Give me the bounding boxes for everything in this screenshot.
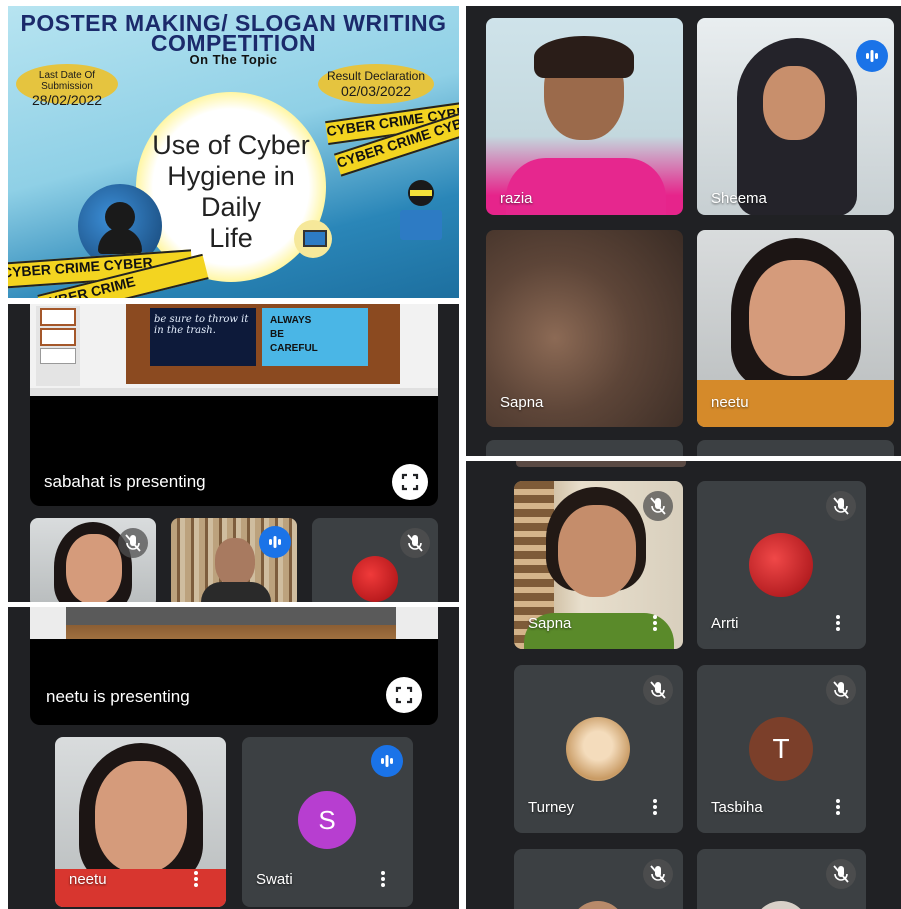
- mic-off-icon: [826, 859, 856, 889]
- filmstrip-tile-1[interactable]: [30, 518, 156, 602]
- participant-tile-partial[interactable]: [697, 440, 894, 456]
- last-date-value: 28/02/2022: [31, 92, 103, 108]
- face: [215, 538, 255, 586]
- participant-tile-partial[interactable]: [486, 440, 683, 456]
- filmstrip-tile-2[interactable]: [171, 518, 297, 602]
- shared-screen: [30, 607, 438, 639]
- fullscreen-icon: [395, 686, 413, 704]
- more-options-icon[interactable]: [835, 613, 841, 635]
- status-bar: [30, 388, 438, 396]
- face: [95, 761, 187, 873]
- meet-neetu-presenting: neetu is presenting neetu S Swati: [8, 607, 459, 909]
- mic-off-icon: [826, 491, 856, 521]
- participant-tile-neetu[interactable]: neetu: [55, 737, 226, 907]
- mic-off-icon: [400, 528, 430, 558]
- more-options-icon[interactable]: [835, 797, 841, 819]
- fullscreen-icon: [401, 473, 419, 491]
- meet-grid-top-right: razia Sheema Sapna neetu: [466, 6, 901, 456]
- meet-sabahat-presenting: be sure to throw it in the trash. ALWAYS…: [8, 304, 459, 602]
- face: [558, 505, 636, 597]
- presentation-area: be sure to throw it in the trash. ALWAYS…: [30, 304, 438, 506]
- mic-off-icon: [643, 675, 673, 705]
- participant-tile-razia[interactable]: razia: [486, 18, 683, 215]
- last-date-label: Last Date Of Submission: [38, 70, 96, 92]
- participant-tile-sapna[interactable]: Sapna: [514, 481, 683, 649]
- slide-acronym-line2: BE: [270, 329, 284, 340]
- slide-frame: be sure to throw it in the trash. ALWAYS…: [126, 304, 400, 384]
- presentation-area: neetu is presenting: [30, 607, 438, 725]
- face: [749, 260, 845, 376]
- topic-line2: Hygiene in Daily: [167, 161, 295, 222]
- participant-tile-partial[interactable]: [697, 849, 866, 909]
- face: [763, 66, 825, 140]
- rose-avatar-icon: [749, 533, 813, 597]
- more-options-icon[interactable]: [652, 797, 658, 819]
- participant-name: Sapna: [528, 615, 572, 632]
- clothing: [201, 582, 271, 602]
- more-options-icon[interactable]: [380, 869, 386, 891]
- computer-icon: [294, 220, 332, 258]
- last-date-badge: Last Date Of Submission 28/02/2022: [16, 64, 118, 108]
- presenting-label: neetu is presenting: [46, 687, 190, 706]
- slide-acronym-line1: ALWAYS: [270, 315, 312, 326]
- more-options-icon[interactable]: [193, 869, 199, 891]
- participant-name: Swati: [256, 871, 293, 888]
- fullscreen-button[interactable]: [386, 677, 422, 713]
- result-date-value: 02/03/2022: [340, 83, 412, 99]
- slide-acronym: ALWAYS BE CAREFUL: [262, 308, 368, 366]
- participant-name: neetu: [711, 394, 749, 411]
- hacker-laptop-icon: [396, 176, 446, 246]
- speaking-indicator-icon: [259, 526, 291, 558]
- participant-tile-turney[interactable]: Turney: [514, 665, 683, 833]
- mic-off-icon: [643, 859, 673, 889]
- participant-tile-swati[interactable]: S Swati: [242, 737, 413, 907]
- participant-name: razia: [500, 190, 533, 207]
- mic-off-icon: [826, 675, 856, 705]
- filmstrip-tile-3[interactable]: [312, 518, 438, 602]
- slide-acronym-line3: CAREFUL: [270, 343, 318, 354]
- speaking-indicator-icon: [856, 40, 888, 72]
- participant-tile-neetu[interactable]: neetu: [697, 230, 894, 427]
- slide-text: be sure to throw it in the trash.: [150, 308, 256, 366]
- more-options-icon[interactable]: [652, 613, 658, 635]
- face: [66, 534, 122, 602]
- competition-poster: POSTER MAKING/ SLOGAN WRITING COMPETITIO…: [8, 6, 459, 298]
- mic-off-icon: [118, 528, 148, 558]
- participant-tile-partial[interactable]: [514, 849, 683, 909]
- rose-avatar-icon: [352, 556, 398, 602]
- meet-grid-bottom-right: Sapna Arrti Turney T Tasbiha: [466, 461, 901, 909]
- result-date-badge: Result Declaration 02/03/2022: [318, 64, 434, 104]
- participant-tile-arrti[interactable]: Arrti: [697, 481, 866, 649]
- partial-tile-edge: [516, 461, 686, 467]
- participant-name: Arrti: [711, 615, 739, 632]
- presenting-label: sabahat is presenting: [44, 472, 206, 491]
- dog-avatar-icon: [566, 717, 630, 781]
- hair: [534, 36, 634, 78]
- avatar: [753, 901, 809, 909]
- fullscreen-button[interactable]: [392, 464, 428, 500]
- avatar: T: [749, 717, 813, 781]
- participant-name: neetu: [69, 871, 107, 888]
- participant-tile-tasbiha[interactable]: T Tasbiha: [697, 665, 866, 833]
- participant-name: Tasbiha: [711, 799, 763, 816]
- participant-name: Sheema: [711, 190, 767, 207]
- mic-off-icon: [643, 491, 673, 521]
- participant-tile-sheema[interactable]: Sheema: [697, 18, 894, 215]
- topic-line1: Use of Cyber: [152, 130, 310, 160]
- avatar: [570, 901, 626, 909]
- slide-stage: [66, 607, 396, 639]
- shared-screen: be sure to throw it in the trash. ALWAYS…: [30, 304, 438, 396]
- participant-name: Turney: [528, 799, 575, 816]
- avatar: S: [298, 791, 356, 849]
- speaking-indicator-icon: [371, 745, 403, 777]
- participant-tile-sapna[interactable]: Sapna: [486, 230, 683, 427]
- slide-thumbnails: [36, 306, 80, 386]
- result-date-label: Result Declaration: [326, 69, 426, 83]
- participant-name: Sapna: [500, 394, 544, 411]
